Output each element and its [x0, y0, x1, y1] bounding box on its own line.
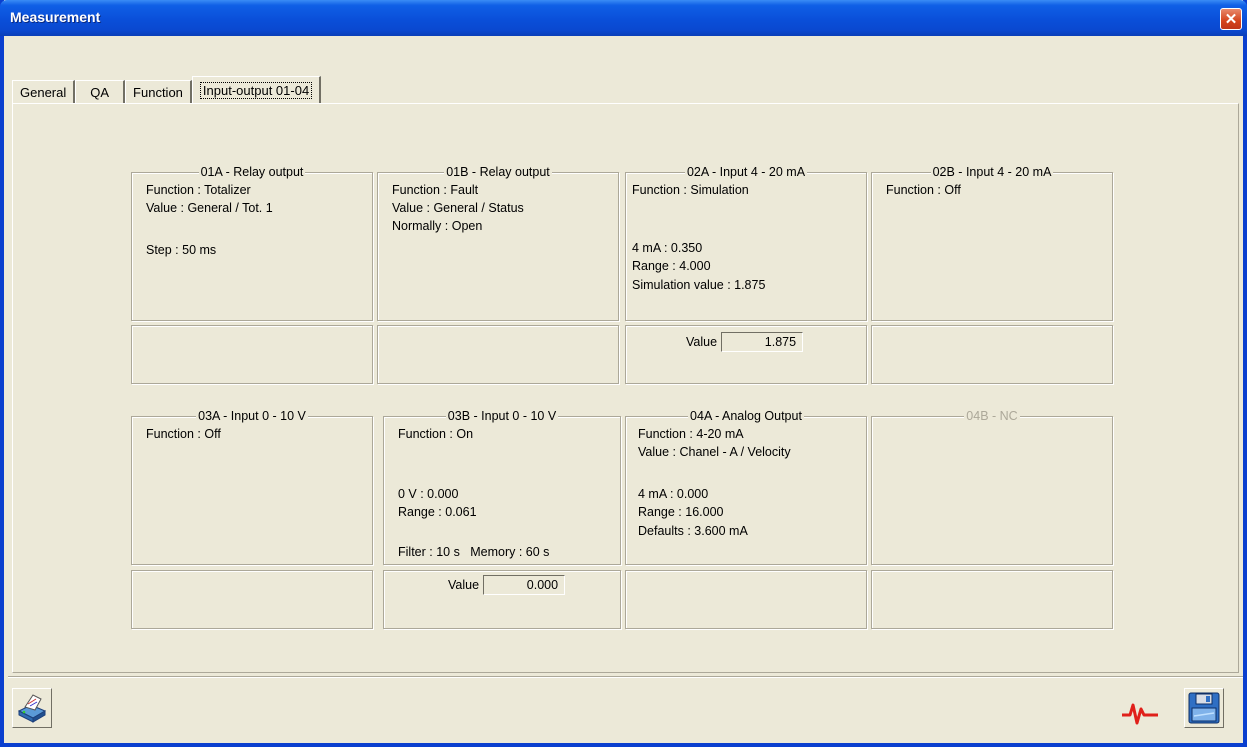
- channel-02a-line-3: Range : 4.000: [632, 259, 711, 273]
- channel-04a-group: 04A - Analog Output Function : 4-20 mA V…: [625, 409, 867, 565]
- channel-01a-group: 01A - Relay output Function : Totalizer …: [131, 165, 373, 321]
- channel-01a-value-cell: [131, 325, 373, 384]
- channel-03a-line-1: Function : Off: [146, 427, 221, 441]
- channel-04a-line-5: Defaults : 3.600 mA: [638, 524, 748, 538]
- channel-01a-title: 01A - Relay output: [198, 165, 306, 179]
- channel-02a-value-cell: Value 1.875: [625, 325, 867, 384]
- channel-04a-line-2: Value : Chanel - A / Velocity: [638, 445, 791, 459]
- channel-03a-group: 03A - Input 0 - 10 V Function : Off: [131, 409, 373, 565]
- channel-04b-title: 04B - NC: [964, 409, 1020, 423]
- channel-03b-group: 03B - Input 0 - 10 V Function : On 0 V :…: [383, 409, 621, 565]
- floppy-disk-icon: [1188, 692, 1220, 724]
- channel-01b-line-1: Function : Fault: [392, 183, 479, 197]
- tab-function[interactable]: Function: [125, 80, 192, 104]
- channel-03a-title: 03A - Input 0 - 10 V: [196, 409, 308, 423]
- channel-03b-value-cell: Value 0.000: [383, 570, 621, 629]
- channel-03b-line-2: 0 V : 0.000: [398, 487, 459, 501]
- channel-03b-line-4: Filter : 10 s Memory : 60 s: [398, 545, 550, 559]
- print-button[interactable]: [12, 688, 52, 728]
- channel-04a-line-1: Function : 4-20 mA: [638, 427, 744, 441]
- save-button[interactable]: [1184, 688, 1224, 728]
- channel-04a-line-4: Range : 16.000: [638, 505, 724, 519]
- title-bar: Measurement ✕: [0, 0, 1247, 36]
- channel-04b-value-cell: [871, 570, 1113, 629]
- measurement-window: Measurement ✕ General QA Function Input-…: [0, 0, 1247, 747]
- channel-01b-line-3: Normally : Open: [392, 219, 483, 233]
- channel-03b-value-label: Value: [448, 578, 480, 592]
- channel-03b-value-row: Value 0.000: [448, 575, 566, 595]
- channel-01b-value-cell: [377, 325, 619, 384]
- channel-04a-value-cell: [625, 570, 867, 629]
- channel-02b-title: 02B - Input 4 - 20 mA: [930, 165, 1054, 179]
- channel-02b-value-cell: [871, 325, 1113, 384]
- tab-input-output-01-04[interactable]: Input-output 01-04: [191, 76, 322, 104]
- channel-04a-title: 04A - Analog Output: [688, 409, 804, 423]
- channel-01a-line-3: Step : 50 ms: [146, 243, 217, 257]
- tab-qa[interactable]: QA: [75, 80, 126, 104]
- channel-01b-group: 01B - Relay output Function : Fault Valu…: [377, 165, 619, 321]
- channel-02a-line-4: Simulation value : 1.875: [632, 278, 766, 292]
- channel-01b-line-2: Value : General / Status: [392, 201, 524, 215]
- waveform-icon: [1122, 703, 1158, 725]
- channel-01a-line-1: Function : Totalizer: [146, 183, 251, 197]
- channel-02a-line-1: Function : Simulation: [632, 183, 749, 197]
- channel-02a-group: 02A - Input 4 - 20 mA Function : Simulat…: [625, 165, 867, 321]
- channel-02b-line-1: Function : Off: [886, 183, 961, 197]
- channel-02a-value-row: Value 1.875: [686, 332, 804, 352]
- channel-03a-value-cell: [131, 570, 373, 629]
- channel-02b-group: 02B - Input 4 - 20 mA Function : Off: [871, 165, 1113, 321]
- close-button[interactable]: ✕: [1220, 8, 1242, 30]
- channel-02a-value-label: Value: [686, 335, 718, 349]
- channel-02a-value-field[interactable]: 1.875: [721, 332, 804, 352]
- channel-03b-line-1: Function : On: [398, 427, 474, 441]
- channel-01b-title: 01B - Relay output: [444, 165, 552, 179]
- channel-03b-title: 03B - Input 0 - 10 V: [445, 409, 559, 423]
- close-icon: ✕: [1224, 10, 1238, 28]
- channel-04a-line-3: 4 mA : 0.000: [638, 487, 709, 501]
- tab-strip: General QA Function Input-output 01-04: [12, 76, 322, 104]
- channel-01a-line-2: Value : General / Tot. 1: [146, 201, 273, 215]
- window-title: Measurement: [10, 9, 101, 25]
- channel-02a-title: 02A - Input 4 - 20 mA: [684, 165, 808, 179]
- channel-03b-line-3: Range : 0.061: [398, 505, 477, 519]
- channel-02a-line-2: 4 mA : 0.350: [632, 241, 703, 255]
- channel-04b-group: 04B - NC: [871, 409, 1113, 565]
- bottom-separator: [8, 676, 1243, 678]
- tab-general[interactable]: General: [12, 80, 76, 104]
- tab-panel: 01A - Relay output Function : Totalizer …: [12, 103, 1239, 673]
- printer-icon: [17, 694, 47, 723]
- channel-03b-value-field[interactable]: 0.000: [483, 575, 566, 595]
